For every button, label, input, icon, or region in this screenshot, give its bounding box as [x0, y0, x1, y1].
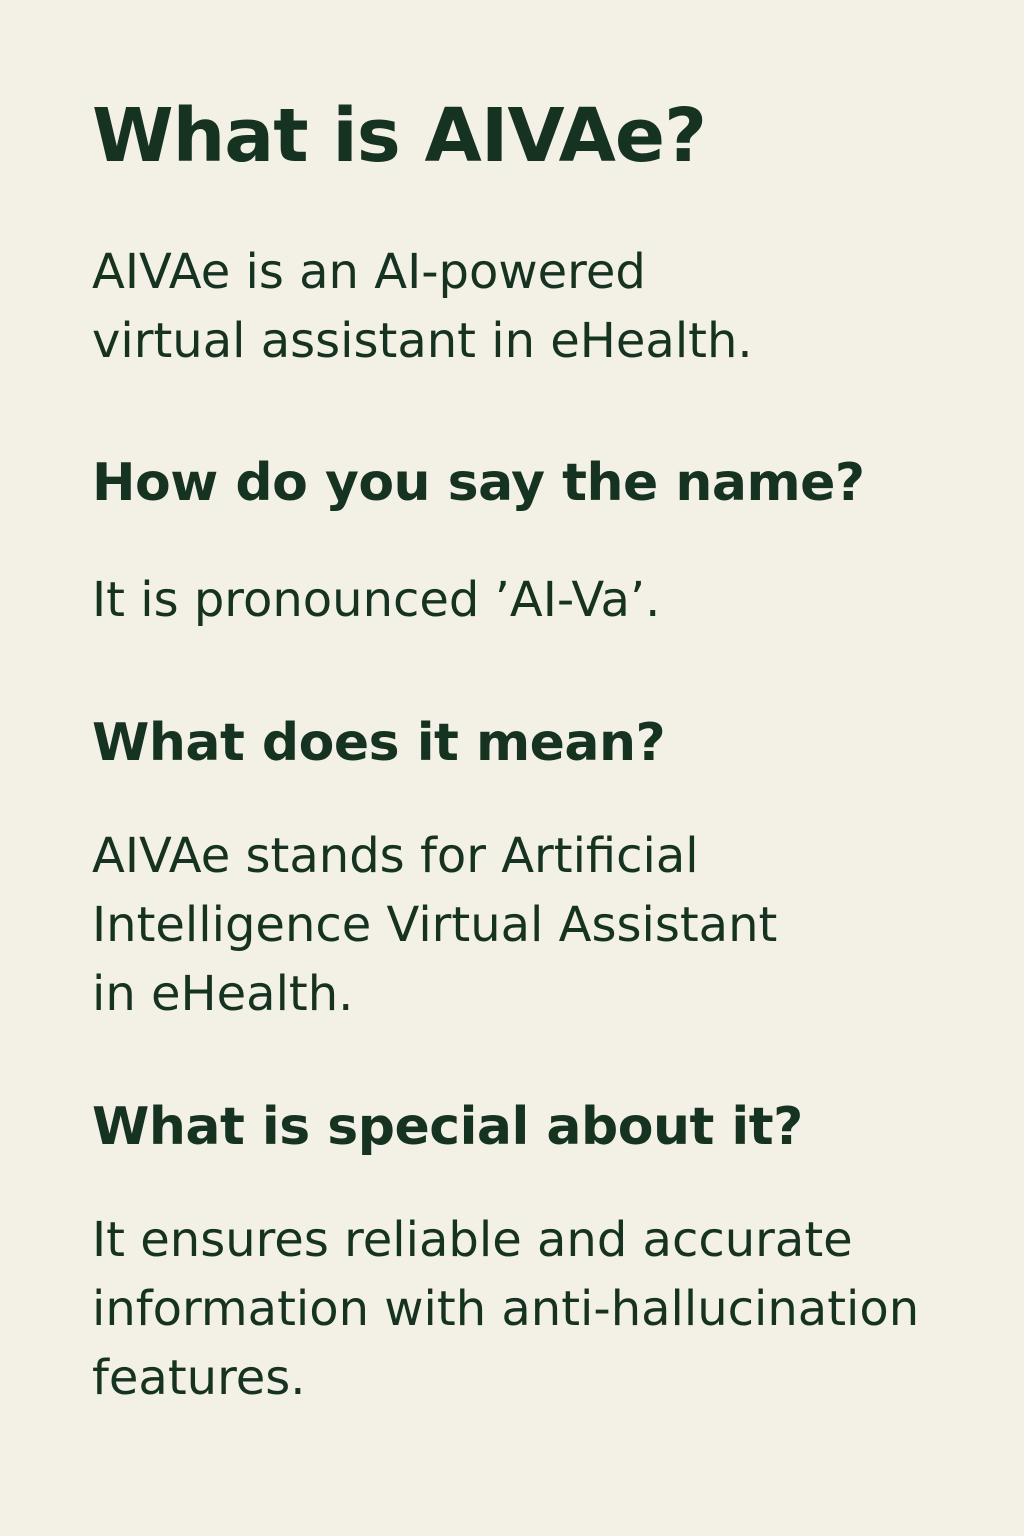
- answer-pronunciation: It is pronounced ’AI-Va’.: [92, 566, 660, 635]
- answer-line: Intelligence Virtual Assistant: [92, 897, 778, 953]
- answer-line: AIVAe stands for Artificial: [92, 828, 699, 884]
- answer-line: information with anti-hallucination: [92, 1281, 920, 1337]
- answer-line: in eHealth.: [92, 966, 354, 1022]
- answer-meaning: AIVAe stands for Artificial Intelligence…: [92, 822, 777, 1029]
- faq-page: What is AIVAe? AIVAe is an AI-powered vi…: [0, 0, 1024, 1536]
- question-pronunciation: How do you say the name?: [92, 453, 865, 513]
- answer-line: It ensures reliable and accurate: [92, 1212, 853, 1268]
- answer-special: It ensures reliable and accurate informa…: [92, 1206, 919, 1413]
- answer-line: AIVAe is an AI-powered: [92, 244, 646, 300]
- answer-line: It is pronounced ’AI-Va’.: [92, 572, 661, 628]
- answer-what-is-aivae: AIVAe is an AI-powered virtual assistant…: [92, 238, 753, 376]
- page-title: What is AIVAe?: [92, 93, 707, 179]
- question-meaning: What does it mean?: [92, 713, 666, 773]
- answer-line: features.: [92, 1350, 306, 1406]
- question-special: What is special about it?: [92, 1097, 803, 1157]
- answer-line: virtual assistant in eHealth.: [92, 313, 753, 369]
